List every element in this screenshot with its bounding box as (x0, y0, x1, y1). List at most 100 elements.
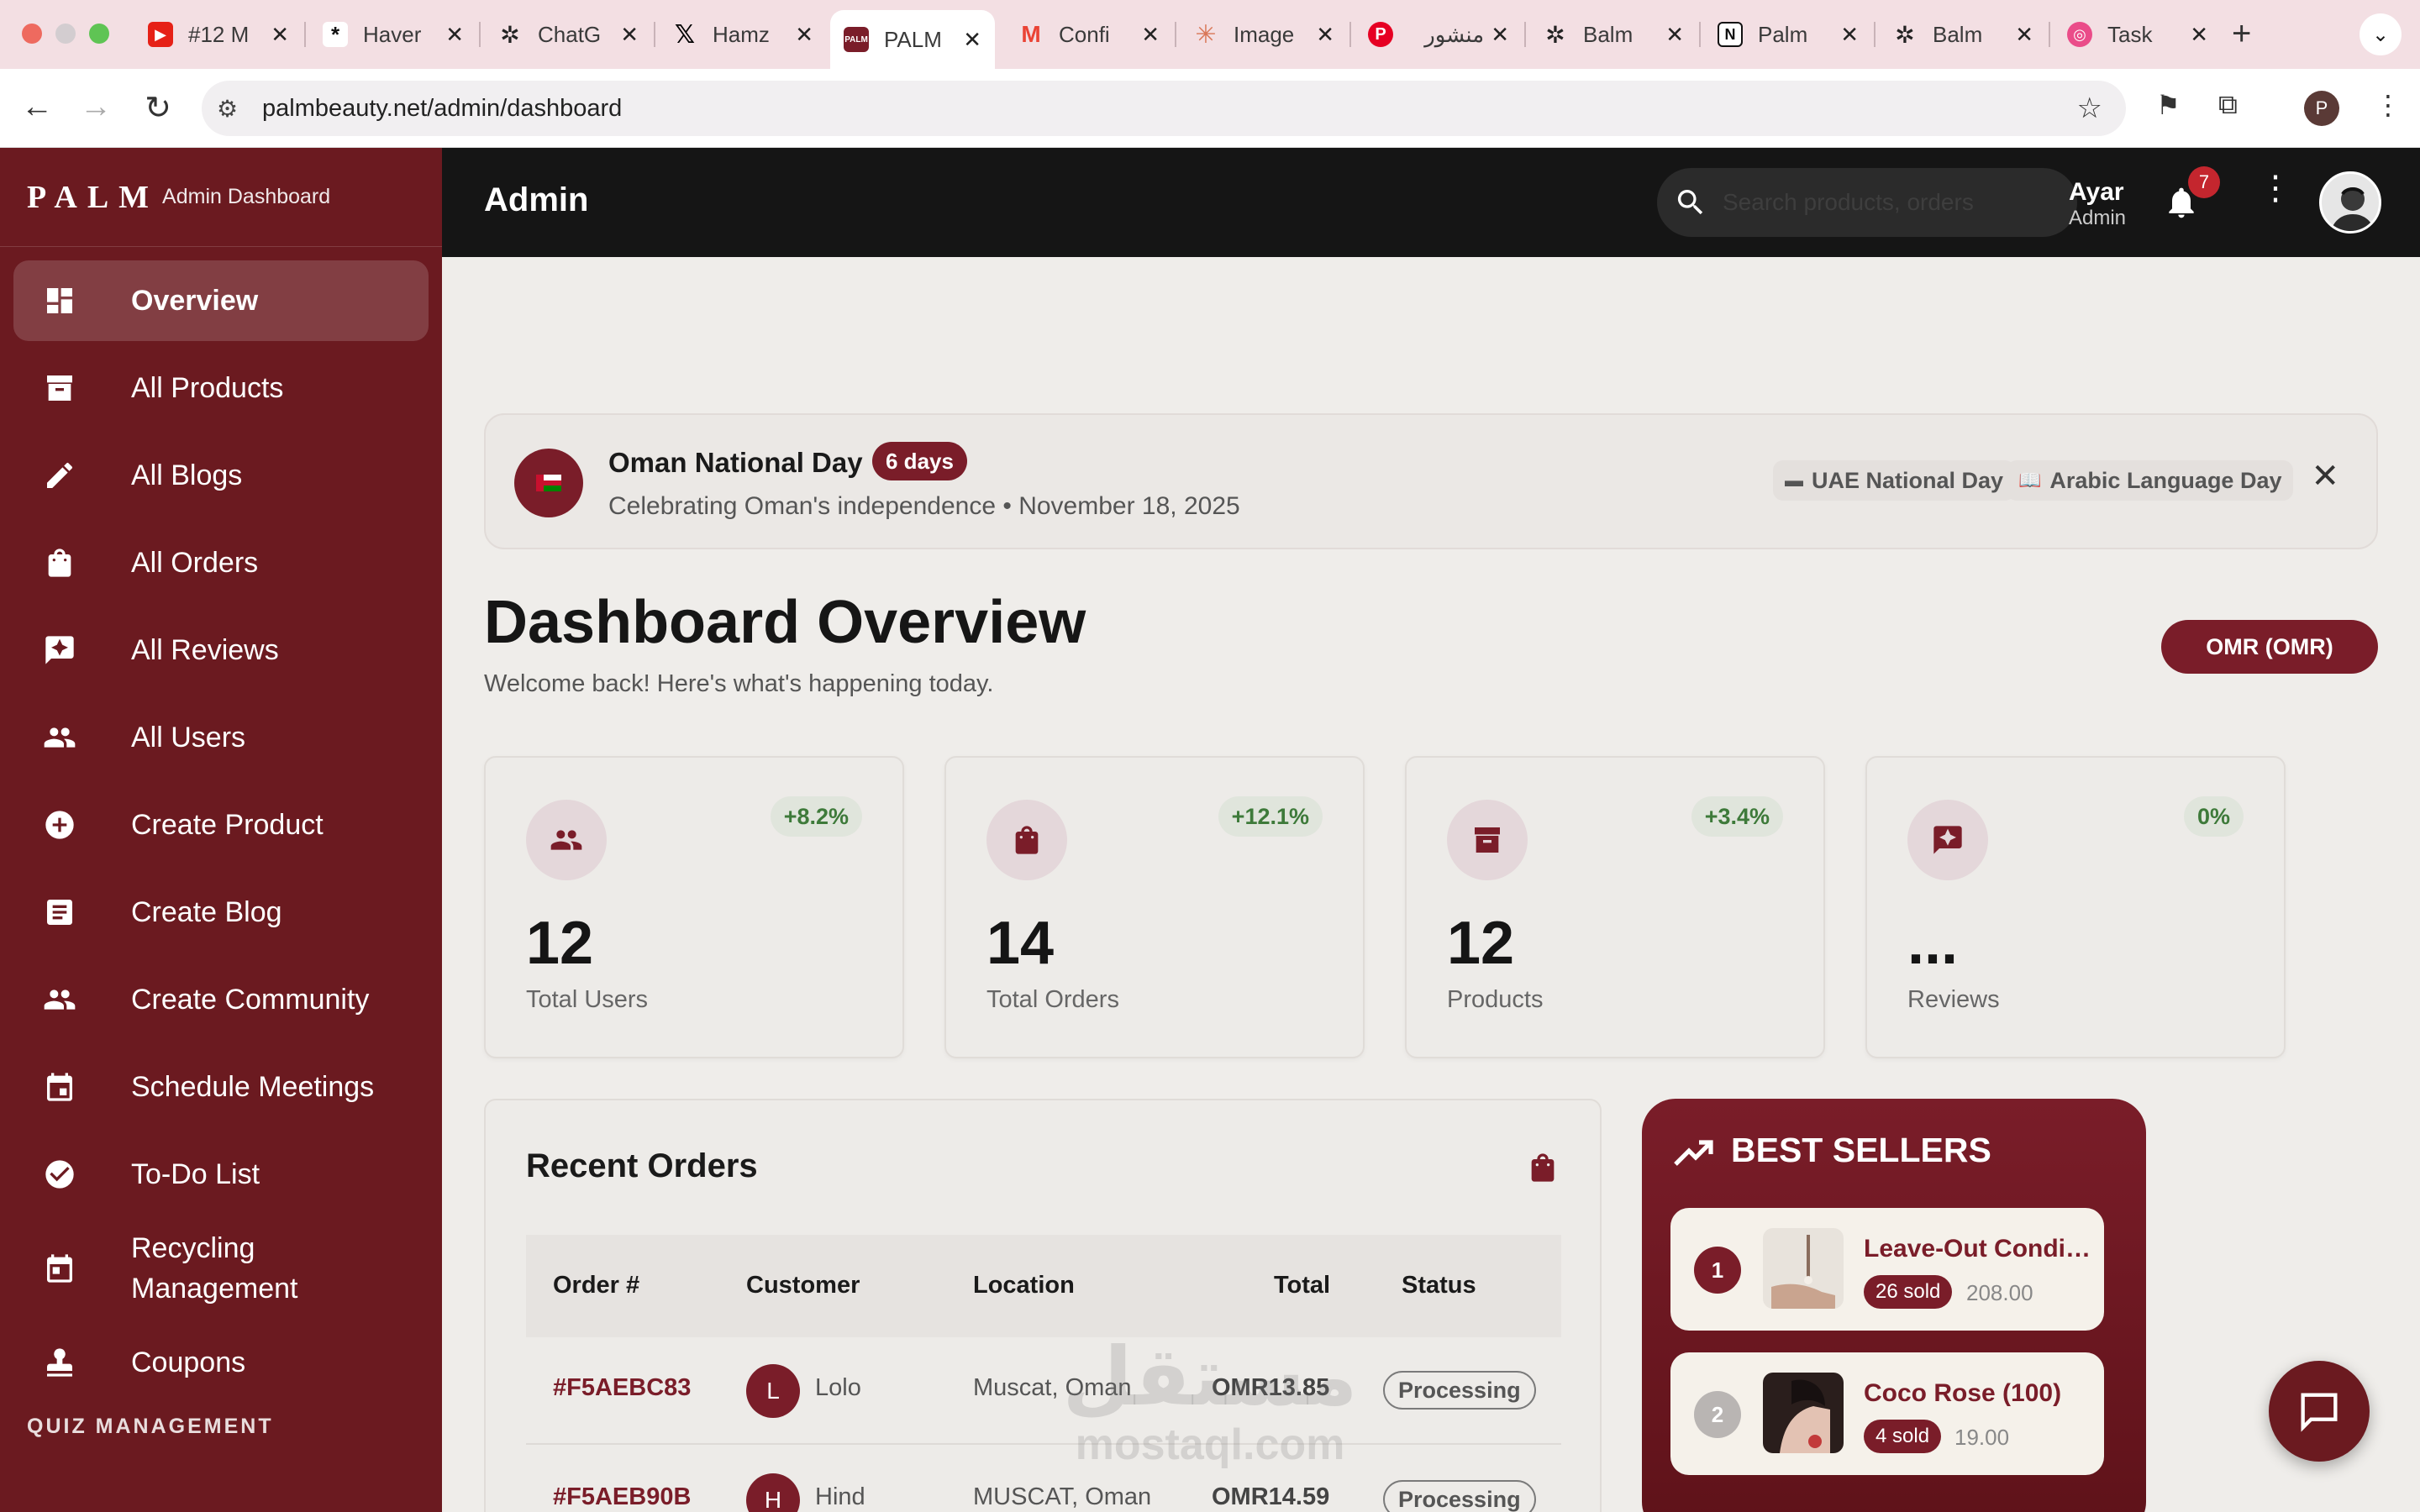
pencil-icon (42, 458, 77, 493)
tab-title: Balm (1583, 21, 1634, 47)
page-title: Dashboard Overview (484, 589, 1086, 656)
user-name[interactable]: Ayar (2069, 178, 2124, 207)
tab-close-icon[interactable]: ✕ (445, 22, 464, 48)
bookmark-star-icon[interactable]: ☆ (2077, 92, 2102, 125)
sidebar-item-to-do-list[interactable]: To-Do List (13, 1134, 429, 1215)
column-header[interactable]: Location (973, 1272, 1075, 1299)
browser-tab[interactable]: N Palm ✕ (1704, 12, 1872, 57)
sidebar-item-schedule-meetings[interactable]: Schedule Meetings (13, 1047, 429, 1127)
browser-profile-avatar[interactable]: P (2304, 91, 2339, 126)
browser-tab[interactable]: ▶ #12 M ✕ (134, 12, 302, 57)
extensions-puzzle-icon[interactable]: ⧉ (2218, 89, 2238, 121)
sidebar-item-all-blogs[interactable]: All Blogs (13, 435, 429, 516)
sidebar-item-overview[interactable]: Overview (13, 260, 429, 341)
column-header[interactable]: Total (1274, 1272, 1330, 1299)
reload-icon[interactable]: ↻ (139, 89, 176, 127)
browser-tab-active[interactable]: PALM PALM ✕ (830, 10, 995, 69)
window-minimize-button[interactable] (55, 24, 76, 44)
tab-close-icon[interactable]: ✕ (1840, 22, 1859, 48)
url-text[interactable]: palmbeauty.net/admin/dashboard (262, 95, 622, 123)
tab-close-icon[interactable]: ✕ (620, 22, 639, 48)
watermark: مستقل mostaql.com (1042, 1336, 1378, 1470)
sidebar-item-coupons[interactable]: Coupons (13, 1322, 429, 1403)
sidebar-item-label: All Blogs (131, 459, 243, 491)
browser-tab[interactable]: ◎ Task ✕ (2054, 12, 2222, 57)
flag-extension-icon[interactable]: ⚑ (2156, 89, 2181, 121)
browser-tab[interactable]: ✲ Balm ✕ (1879, 12, 2047, 57)
tab-title: Balm (1933, 21, 1983, 47)
tab-close-icon[interactable]: ✕ (271, 22, 289, 48)
tab-close-icon[interactable]: ✕ (1316, 22, 1334, 48)
sold-count-badge: 26 sold (1864, 1275, 1953, 1309)
holiday-chip-arabic-language[interactable]: 📖 Arabic Language Day (2007, 460, 2294, 501)
browser-tab[interactable]: P منشور ✕ (1355, 12, 1523, 57)
stat-label: Total Users (526, 986, 649, 1013)
sidebar-item-all-reviews[interactable]: All Reviews (13, 610, 429, 690)
browser-tab[interactable]: ✳ Image ✕ (1180, 12, 1348, 57)
tab-search-chevron-icon[interactable]: ⌄ (2360, 13, 2402, 55)
address-bar[interactable]: ⚙ palmbeauty.net/admin/dashboard ☆ (202, 81, 2126, 136)
more-vertical-icon[interactable]: ⋮ (2259, 171, 2292, 205)
forward-arrow-icon[interactable]: → (77, 89, 114, 125)
brand[interactable]: PALM Admin Dashboard (0, 148, 442, 247)
holiday-subtitle: Celebrating Oman's independence • Novemb… (608, 492, 1240, 520)
window-close-button[interactable] (22, 24, 42, 44)
site-settings-icon[interactable]: ⚙ (217, 95, 247, 123)
sidebar-item-create-product[interactable]: Create Product (13, 785, 429, 865)
tab-close-icon[interactable]: ✕ (2015, 22, 2033, 48)
sidebar-item-all-users[interactable]: All Users (13, 697, 429, 778)
sidebar-item-create-community[interactable]: Create Community (13, 959, 429, 1040)
browser-tab[interactable]: 𝕏 Hamz ✕ (659, 12, 827, 57)
search-input[interactable] (1723, 189, 2042, 216)
tab-close-icon[interactable]: ✕ (963, 27, 981, 53)
sidebar-item-recycling-management[interactable]: Recycling Management (13, 1221, 429, 1315)
currency-selector-button[interactable]: OMR (OMR) (2161, 620, 2378, 674)
stat-card-total-orders[interactable]: +12.1% 14 Total Orders (944, 756, 1365, 1058)
column-header[interactable]: Order # (553, 1272, 639, 1299)
new-tab-icon[interactable]: + (2232, 15, 2251, 53)
order-total: OMR14.59 (1212, 1483, 1330, 1510)
orders-table-header: Order # Customer Location Total Status (526, 1235, 1561, 1337)
chat-button[interactable] (2269, 1361, 2370, 1462)
stat-label: Total Orders (986, 986, 1119, 1013)
browser-tab[interactable]: ✲ ChatG ✕ (484, 12, 652, 57)
browser-tab[interactable]: ✲ Balm ✕ (1529, 12, 1697, 57)
stat-card-total-users[interactable]: +8.2% 12 Total Users (484, 756, 904, 1058)
best-seller-item[interactable]: 1 Leave-Out Conditioner 26 sold 208.00 (1670, 1208, 2104, 1331)
column-header[interactable]: Status (1402, 1272, 1476, 1299)
calendar-icon (42, 1069, 77, 1105)
browser-menu-icon[interactable]: ⋮ (2375, 89, 2402, 121)
stat-card-products[interactable]: +3.4% 12 Products (1405, 756, 1825, 1058)
openai-icon: ✲ (1895, 21, 1915, 48)
shopping-bag-icon[interactable] (1526, 1149, 1560, 1186)
order-id-link[interactable]: #F5AEBC83 (553, 1374, 691, 1402)
tab-close-icon[interactable]: ✕ (2190, 22, 2208, 48)
stat-card-reviews[interactable]: 0% ... Reviews (1865, 756, 2286, 1058)
stat-delta: +8.2% (770, 796, 862, 837)
browser-tab[interactable]: M Confi ✕ (1005, 12, 1173, 57)
sidebar-item-all-products[interactable]: All Products (13, 348, 429, 428)
best-seller-item[interactable]: 2 Coco Rose (100) 4 sold 19.00 (1670, 1352, 2104, 1475)
tab-close-icon[interactable]: ✕ (1141, 22, 1160, 48)
user-avatar[interactable] (2319, 171, 2381, 234)
youtube-icon: ▶ (148, 22, 173, 47)
window-zoom-button[interactable] (89, 24, 109, 44)
column-header[interactable]: Customer (746, 1272, 860, 1299)
page-subtitle: Welcome back! Here's what's happening to… (484, 670, 994, 697)
tab-close-icon[interactable]: ✕ (1491, 22, 1509, 48)
customer-avatar: H (746, 1473, 800, 1512)
sidebar-item-all-orders[interactable]: All Orders (13, 522, 429, 603)
order-id-link[interactable]: #F5AEB90B (553, 1483, 691, 1511)
back-arrow-icon[interactable]: ← (18, 89, 55, 125)
close-icon[interactable]: ✕ (2311, 457, 2339, 496)
browser-tab[interactable]: * Haver ✕ (309, 12, 477, 57)
page-header-title: Admin (484, 181, 589, 218)
product-name: Leave-Out Conditioner (1864, 1235, 2099, 1263)
tab-close-icon[interactable]: ✕ (1665, 22, 1684, 48)
sidebar-item-create-blog[interactable]: Create Blog (13, 872, 429, 953)
holiday-chip-uae[interactable]: ▬ UAE National Day (1773, 460, 2016, 501)
search-box[interactable] (1657, 168, 2077, 237)
stat-value: 14 (986, 910, 1055, 977)
tab-close-icon[interactable]: ✕ (795, 22, 813, 48)
article-icon (42, 895, 77, 930)
